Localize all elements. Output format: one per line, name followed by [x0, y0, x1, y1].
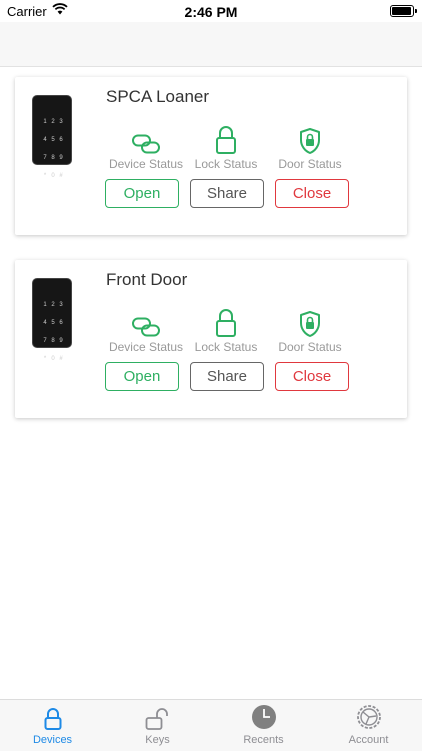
tab-label: Account [348, 734, 389, 746]
keypad-key: 0 [51, 356, 55, 362]
keypad-key: 5 [51, 137, 55, 143]
keypad-key: 1 [43, 302, 47, 308]
close-button[interactable]: Close [275, 362, 349, 391]
keypad: 1 2 3 4 5 6 7 8 9 * 0 # [41, 293, 65, 365]
open-button[interactable]: Open [105, 179, 179, 208]
keypad-key: 3 [59, 302, 63, 308]
keypad-key: 6 [59, 320, 63, 326]
door-status: Door Status [268, 302, 352, 354]
clock-time: 2:46 PM [184, 4, 238, 20]
link-icon [132, 134, 160, 154]
door-status: Door Status [268, 119, 352, 171]
shield-lock-icon [300, 311, 320, 337]
lock-status: Lock Status [184, 302, 268, 354]
keypad-key: 9 [59, 155, 63, 161]
open-button[interactable]: Open [105, 362, 179, 391]
status-label: Door Status [278, 340, 342, 354]
device-status: Device Status [104, 119, 188, 171]
battery-icon [390, 5, 417, 17]
keypad-key: 8 [51, 155, 55, 161]
lock-icon [216, 309, 236, 337]
tab-devices[interactable]: Devices [0, 700, 105, 751]
navigation-bar [0, 22, 422, 67]
tab-recents[interactable]: Recents [211, 700, 316, 751]
status-label: Door Status [278, 157, 342, 171]
device-name: Front Door [106, 270, 188, 289]
device-card[interactable]: 1 2 3 4 5 6 7 8 9 * 0 # SPCA Loaner Device Status L… [15, 77, 407, 235]
device-name: SPCA Loaner [106, 87, 210, 106]
keypad: 1 2 3 4 5 6 7 8 9 * 0 # [41, 110, 65, 182]
keypad-key: 2 [51, 119, 55, 125]
tab-label: Recents [243, 734, 284, 746]
device-card[interactable]: 1 2 3 4 5 6 7 8 9 * 0 # Front Door Device Status Lo… [15, 260, 407, 418]
keypad-lock-image: 1 2 3 4 5 6 7 8 9 * 0 # [32, 278, 72, 362]
keypad-lock-image: 1 2 3 4 5 6 7 8 9 * 0 # [32, 95, 72, 179]
tab-keys[interactable]: Keys [105, 700, 210, 751]
keypad-key: 8 [51, 338, 55, 344]
tab-label: Keys [145, 734, 170, 746]
clock-icon [251, 705, 276, 729]
device-list: 1 2 34 5 67 8 9* 0 # SPCA Loaner Device Status L… [0, 67, 422, 699]
keypad-key: 7 [43, 155, 47, 161]
status-label: Device Status [108, 340, 184, 354]
device-status: Device Status [104, 302, 188, 354]
keypad-key: * [43, 356, 47, 362]
status-bar: Carrier 2:46 PM [0, 0, 422, 22]
status-label: Device Status [108, 157, 184, 171]
link-icon [132, 317, 160, 337]
close-button[interactable]: Close [275, 179, 349, 208]
keypad-key: * [43, 173, 47, 179]
keypad-key: 6 [59, 137, 63, 143]
keypad-key: 4 [43, 320, 47, 326]
status-label: Lock Status [194, 340, 258, 354]
tab-account[interactable]: Account [316, 700, 421, 751]
keypad-key: 1 [43, 119, 47, 125]
keypad-key: 2 [51, 302, 55, 308]
keypad-key: 5 [51, 320, 55, 326]
tab-bar: Devices Keys Recents Account [0, 699, 422, 751]
keypad-key: 7 [43, 338, 47, 344]
shield-lock-icon [300, 128, 320, 154]
lock-icon [44, 708, 61, 730]
lock-icon [216, 126, 236, 154]
lock-status: Lock Status [184, 119, 268, 171]
tab-label: Devices [32, 734, 73, 746]
unlock-icon [145, 708, 168, 730]
keypad-key: 3 [59, 119, 63, 125]
settings-icon [356, 705, 381, 729]
share-button[interactable]: Share [190, 179, 264, 208]
share-button[interactable]: Share [190, 362, 264, 391]
keypad-key: 9 [59, 338, 63, 344]
keypad-key: # [59, 173, 63, 179]
keypad-key: 0 [51, 173, 55, 179]
keypad-key: # [59, 356, 63, 362]
keypad-key: 4 [43, 137, 47, 143]
status-label: Lock Status [194, 157, 258, 171]
